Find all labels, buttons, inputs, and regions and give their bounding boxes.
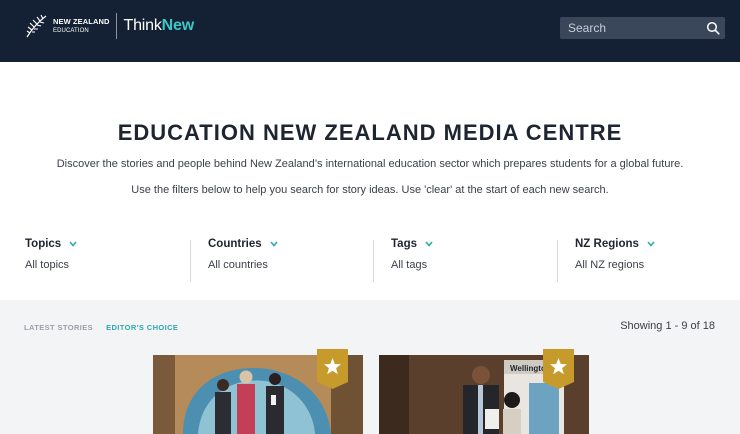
star-icon[interactable] xyxy=(543,349,574,389)
logo-divider xyxy=(115,13,117,39)
filter-divider xyxy=(190,240,191,282)
filter-topics-value: All topics xyxy=(25,259,70,271)
filter-countries[interactable]: Countries All countries xyxy=(208,238,278,284)
chevron-down-icon[interactable] xyxy=(647,241,655,247)
logo-line2: EDUCATION xyxy=(53,27,89,34)
search-box[interactable] xyxy=(560,17,725,39)
filter-nz-regions-label: NZ Regions xyxy=(575,238,639,250)
filter-tags-value: All tags xyxy=(391,259,428,271)
filter-topics[interactable]: Topics All topics xyxy=(25,238,77,284)
search-icon[interactable] xyxy=(706,21,720,35)
results-count: Showing 1 - 9 of 18 xyxy=(620,320,715,332)
chevron-down-icon[interactable] xyxy=(270,241,278,247)
brand-new: New xyxy=(161,17,195,34)
thinknew-wordmark: ThinkNew xyxy=(123,17,195,35)
chevron-down-icon[interactable] xyxy=(69,241,77,247)
filter-instructions: Use the filters below to help you search… xyxy=(131,184,609,196)
chevron-down-icon[interactable] xyxy=(425,241,433,247)
tab-editors-choice[interactable]: EDITOR'S CHOICE xyxy=(106,323,178,332)
filter-divider xyxy=(373,240,374,282)
hero-section: EDUCATION NEW ZEALAND MEDIA CENTRE Disco… xyxy=(0,62,740,300)
logo-line1: NEW ZEALAND xyxy=(53,16,110,26)
nz-education-wordmark: NEW ZEALAND EDUCATION xyxy=(53,16,110,35)
filter-tags-label: Tags xyxy=(391,238,417,250)
fern-icon xyxy=(26,14,47,38)
page-title: EDUCATION NEW ZEALAND MEDIA CENTRE xyxy=(117,120,623,145)
filter-bar: Topics All topics Countries All countrie… xyxy=(0,238,740,284)
filter-divider xyxy=(557,240,558,282)
tab-latest-stories[interactable]: LATEST STORIES xyxy=(24,323,93,332)
intro-text: Discover the stories and people behind N… xyxy=(56,158,684,170)
site-logo[interactable]: NEW ZEALAND EDUCATION ThinkNew xyxy=(24,11,194,41)
top-header: NEW ZEALAND EDUCATION ThinkNew xyxy=(0,0,740,62)
star-icon[interactable] xyxy=(317,349,348,389)
brand-think: Think xyxy=(123,17,162,34)
search-input[interactable] xyxy=(560,21,700,35)
filter-nz-regions-value: All NZ regions xyxy=(575,259,645,271)
filter-tags[interactable]: Tags All tags xyxy=(391,238,433,284)
filter-nz-regions[interactable]: NZ Regions All NZ regions xyxy=(575,238,655,284)
filter-countries-label: Countries xyxy=(208,238,262,250)
story-tabs: LATEST STORIES EDITOR'S CHOICE xyxy=(24,323,178,332)
filter-countries-value: All countries xyxy=(208,259,268,271)
filter-topics-label: Topics xyxy=(25,238,62,250)
